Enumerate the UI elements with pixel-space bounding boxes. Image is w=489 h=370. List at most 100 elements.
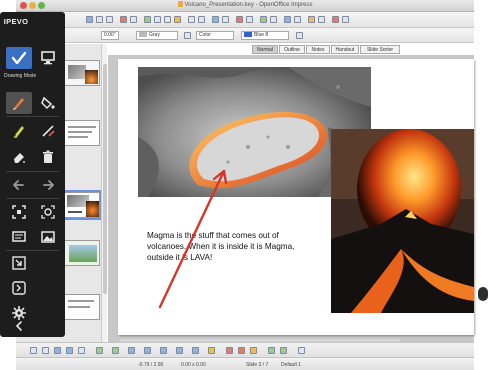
desktop-icon <box>41 51 55 65</box>
slide-button[interactable] <box>294 16 301 23</box>
text-tool-button[interactable] <box>78 347 85 354</box>
desktop-tool[interactable] <box>35 47 61 69</box>
separator <box>6 250 59 251</box>
connector-tool-button[interactable] <box>112 347 119 354</box>
document-icon <box>177 1 183 7</box>
print-button[interactable] <box>130 16 137 23</box>
slides-scrollbar[interactable] <box>101 44 107 342</box>
image-icon <box>41 231 55 243</box>
slide-thumbnail-5[interactable] <box>64 294 100 320</box>
slide-thumbnail-4[interactable] <box>64 240 100 266</box>
redo-icon <box>43 180 54 190</box>
clear-tool[interactable] <box>35 146 61 168</box>
area-style-select[interactable]: Color <box>196 31 234 40</box>
tab-notes[interactable]: Notes <box>306 45 330 54</box>
zoom-button[interactable] <box>270 16 277 23</box>
basic-shapes-button[interactable] <box>128 347 135 354</box>
slideshow-button[interactable] <box>332 16 339 23</box>
cut-button[interactable] <box>154 16 161 23</box>
redo-tool[interactable] <box>35 174 61 196</box>
chart-button[interactable] <box>212 16 219 23</box>
tab-handout[interactable]: Handout <box>331 45 359 54</box>
new-document-button[interactable] <box>86 16 93 23</box>
rotate-button[interactable] <box>298 347 305 354</box>
from-file-button[interactable] <box>268 347 275 354</box>
flowchart-button[interactable] <box>176 347 183 354</box>
app-window: Volcano_Presentation.key - OpenOffice Im… <box>0 0 489 370</box>
line-color-select[interactable]: Gray <box>136 31 178 40</box>
undo-button[interactable] <box>188 16 195 23</box>
symbol-shapes-button[interactable] <box>144 347 151 354</box>
fill-tool[interactable] <box>35 92 61 114</box>
navigator-button[interactable] <box>246 16 253 23</box>
more-button[interactable] <box>342 16 349 23</box>
line-tool[interactable] <box>35 120 61 142</box>
camera-icon <box>41 205 55 219</box>
collapse-toolbar-button[interactable] <box>6 317 32 335</box>
slide-thumbnail-3[interactable] <box>62 190 102 220</box>
layout-button[interactable] <box>308 16 315 23</box>
paste-button[interactable] <box>174 16 181 23</box>
tab-slide-sorter[interactable]: Slide Sorter <box>360 45 400 54</box>
scroll-thumb[interactable] <box>103 64 107 294</box>
collapse-icon <box>15 321 22 331</box>
fit-screen-tool[interactable] <box>6 277 32 299</box>
tab-outline[interactable]: Outline <box>279 45 305 54</box>
table-button[interactable] <box>222 16 229 23</box>
blue-swatch <box>244 32 252 37</box>
block-arrows-button[interactable] <box>160 347 167 354</box>
eraser-tool[interactable] <box>6 146 32 168</box>
callouts-button[interactable] <box>192 347 199 354</box>
ellipse-tool-button[interactable] <box>66 347 73 354</box>
help-button[interactable] <box>284 16 291 23</box>
tab-normal[interactable]: Normal <box>252 45 278 54</box>
spellcheck-button[interactable] <box>144 16 151 23</box>
minimize-tool[interactable] <box>6 252 32 274</box>
trash-icon <box>43 150 53 163</box>
area-fill-button[interactable] <box>184 32 191 39</box>
layout-indicator: Default 1 <box>281 362 302 368</box>
highlighter-tool[interactable] <box>6 120 32 142</box>
copy-button[interactable] <box>164 16 171 23</box>
glue-points-button[interactable] <box>238 347 245 354</box>
whiteboard-tool[interactable] <box>6 226 32 248</box>
open-button[interactable] <box>96 16 103 23</box>
pdf-export-button[interactable] <box>120 16 127 23</box>
rectangle-tool-button[interactable] <box>54 347 61 354</box>
gray-swatch <box>139 32 147 37</box>
minimize-icon <box>12 256 26 270</box>
eraser-icon <box>14 153 25 163</box>
area-color-select[interactable]: Blue 8 <box>241 31 289 40</box>
slide-thumbnail-2[interactable] <box>64 120 100 146</box>
screenshot-tool[interactable] <box>6 201 32 223</box>
stars-button[interactable] <box>208 347 215 354</box>
cursor-tool[interactable] <box>6 47 32 69</box>
gallery-button[interactable] <box>260 16 267 23</box>
fontwork-button[interactable] <box>250 347 257 354</box>
scroll-button[interactable] <box>478 287 488 301</box>
redo-button[interactable] <box>198 16 205 23</box>
current-slide[interactable]: Magma is the stuff that comes out of vol… <box>118 59 474 335</box>
fill-icon <box>41 96 55 110</box>
points-button[interactable] <box>226 347 233 354</box>
select-tool-button[interactable] <box>30 347 37 354</box>
highlighter-icon <box>14 126 24 138</box>
annotation-arrow <box>158 169 228 309</box>
line-width-field[interactable]: 0.00" <box>101 31 119 40</box>
pen-tool[interactable] <box>6 92 32 114</box>
curve-tool-button[interactable] <box>96 347 103 354</box>
size-readout: 0.00 x 0.00 <box>181 362 206 368</box>
position-readout: -0.79 / 2.90 <box>138 362 164 368</box>
line-tool-button[interactable] <box>42 347 49 354</box>
shadow-button[interactable] <box>296 32 303 39</box>
ipevo-header: IPEVO <box>0 12 65 34</box>
undo-tool[interactable] <box>6 174 32 196</box>
draw-functions-button[interactable] <box>236 16 243 23</box>
title-bar: Volcano_Presentation.key - OpenOffice Im… <box>16 0 474 12</box>
slide-thumbnail-1[interactable] <box>64 60 100 86</box>
camera-tool[interactable] <box>35 201 61 223</box>
master-button[interactable] <box>318 16 325 23</box>
extrusion-button[interactable] <box>280 347 287 354</box>
save-button[interactable] <box>106 16 113 23</box>
image-tool[interactable] <box>35 226 61 248</box>
